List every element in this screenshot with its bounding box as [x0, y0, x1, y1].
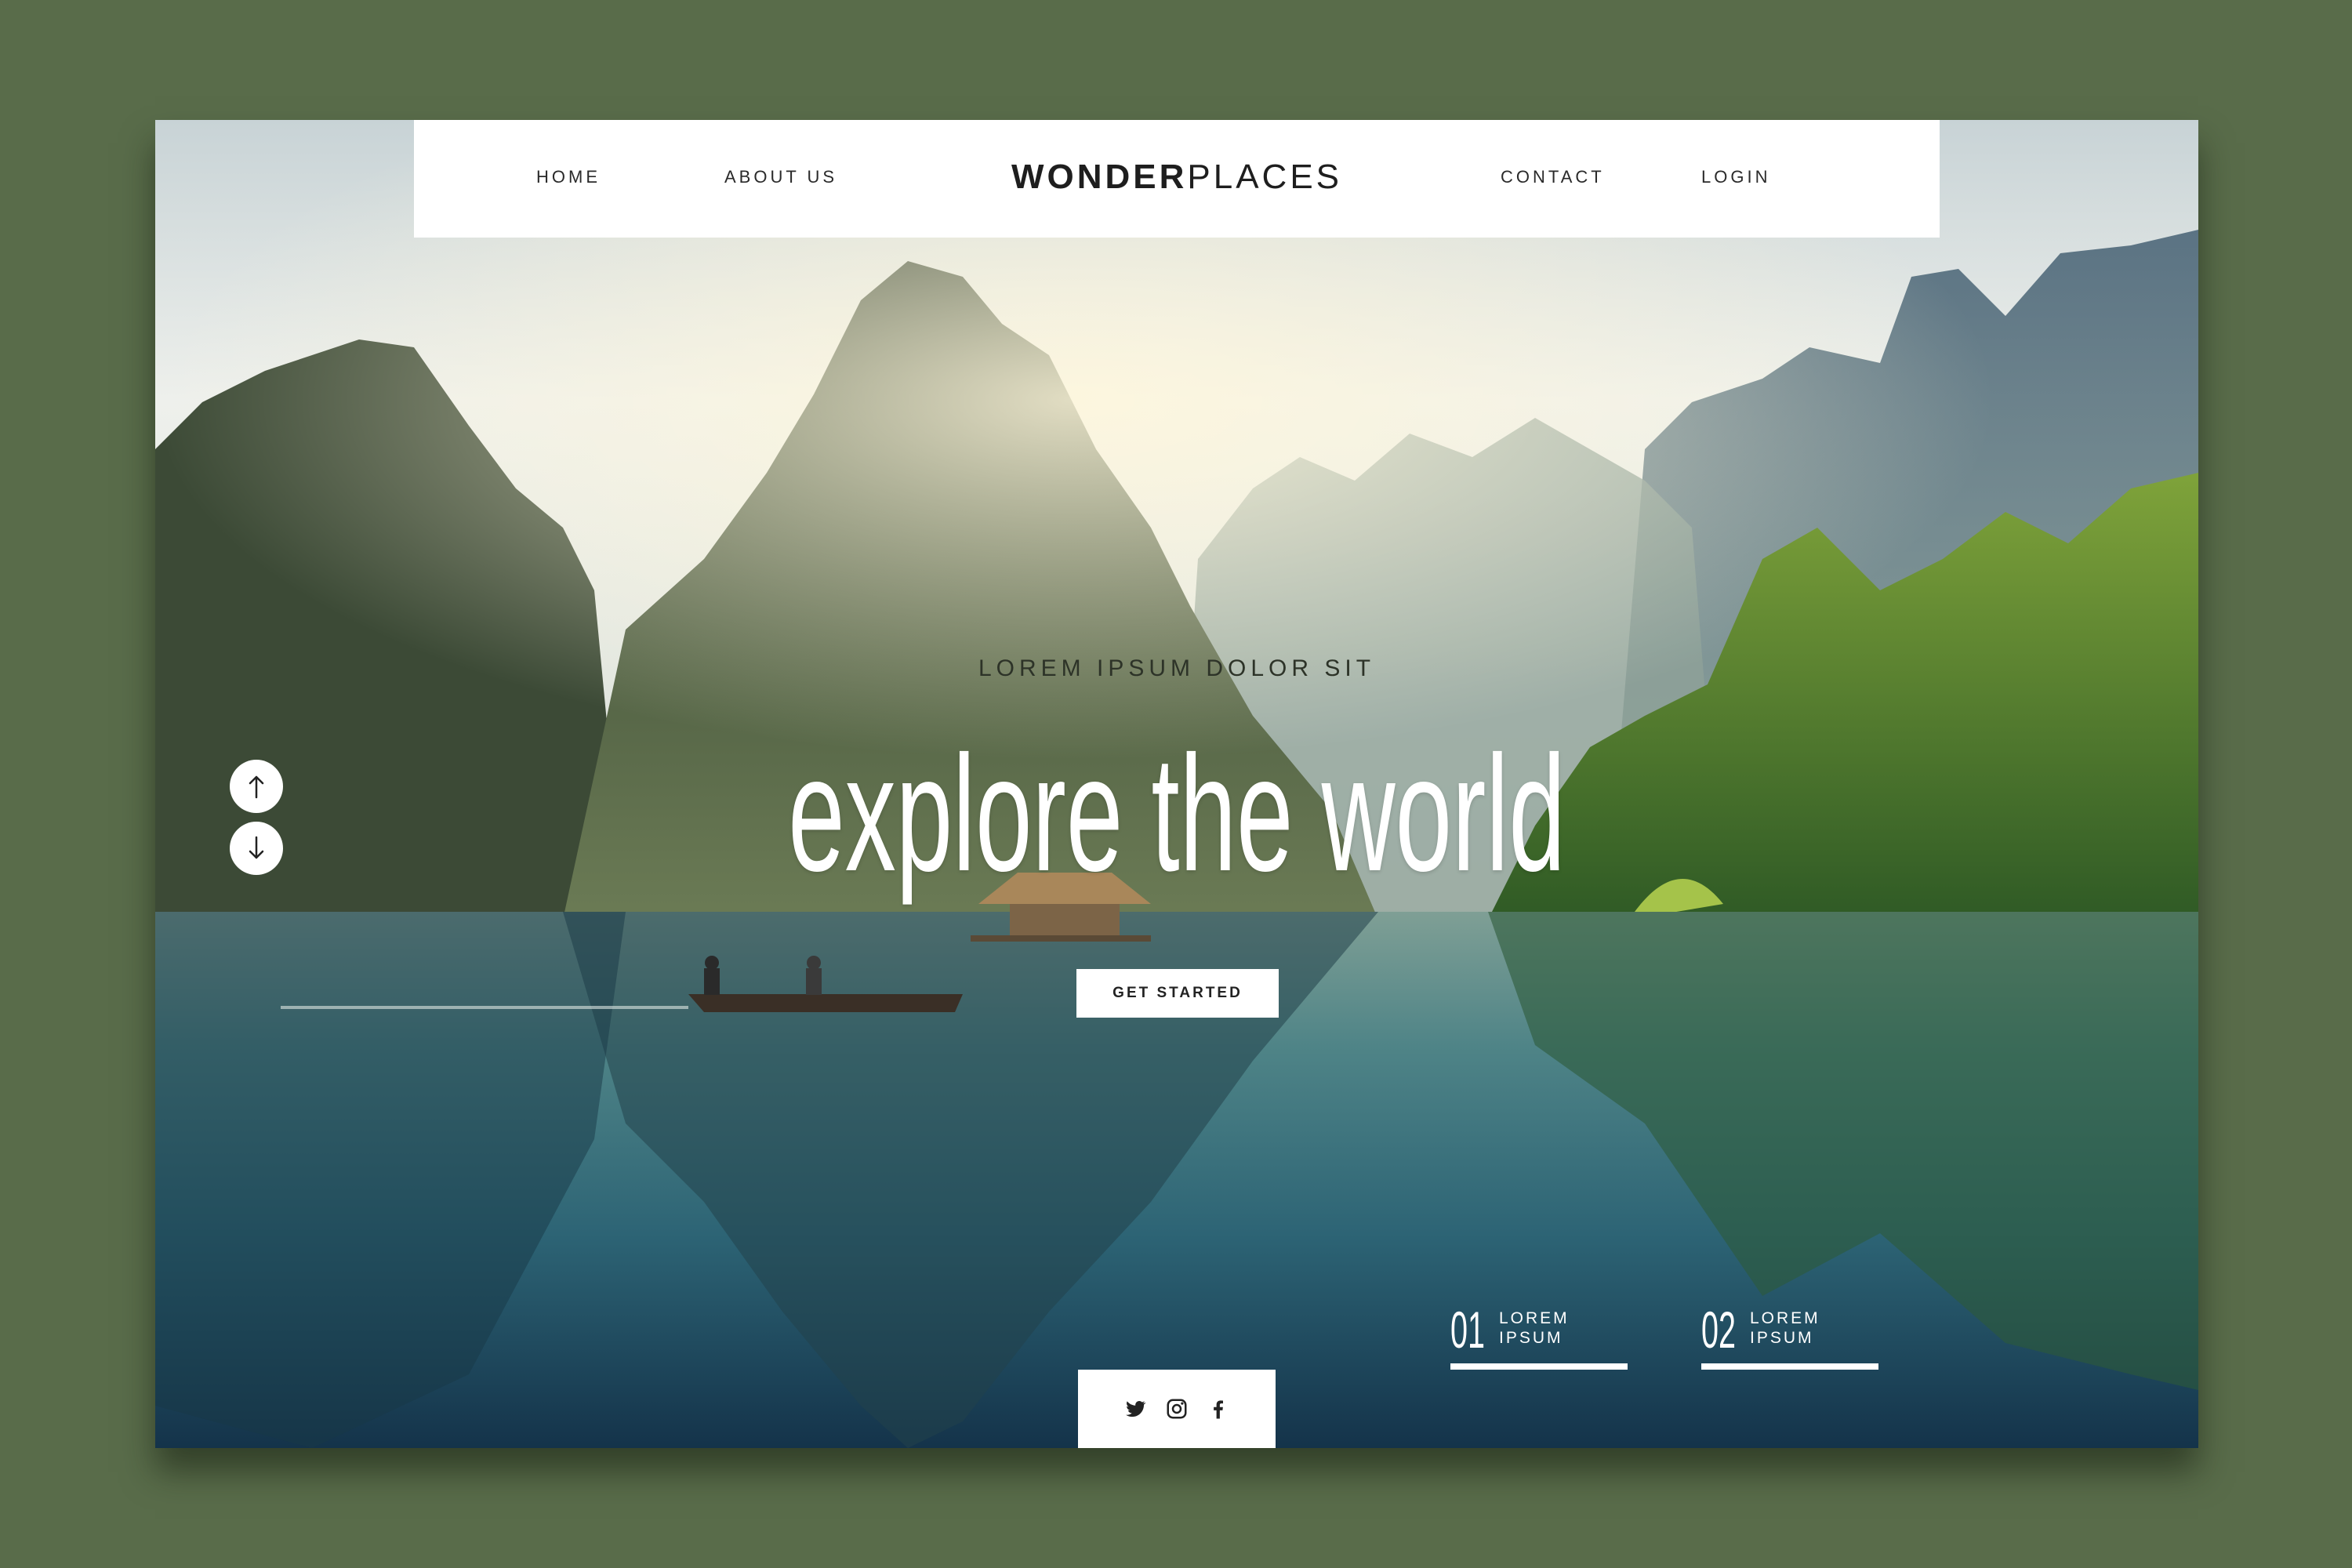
slide-indicator-01[interactable]: 01 LOREM IPSUM — [1450, 1301, 1628, 1370]
get-started-button[interactable]: GET STARTED — [1076, 969, 1279, 1018]
instagram-icon[interactable] — [1165, 1397, 1189, 1421]
slide-label: LOREM IPSUM — [1750, 1309, 1820, 1347]
arrow-up-icon — [249, 775, 264, 799]
hero-subtitle: LOREM IPSUM DOLOR SIT — [978, 655, 1376, 681]
slide-progress-bar — [1450, 1363, 1628, 1370]
scroll-down-button[interactable] — [230, 822, 283, 875]
slide-progress-bar — [1701, 1363, 1878, 1370]
slide-number: 01 — [1450, 1301, 1486, 1359]
top-navbar: HOME ABOUT US WONDERPLACES CONTACT LOGIN — [414, 120, 1940, 238]
slide-indicator-02[interactable]: 02 LOREM IPSUM — [1701, 1301, 1878, 1370]
hero-headline: explore the world — [788, 721, 1566, 906]
slide-number: 02 — [1701, 1301, 1737, 1359]
hero-section: HOME ABOUT US WONDERPLACES CONTACT LOGIN… — [155, 120, 2198, 1448]
nav-contact-link[interactable]: CONTACT — [1501, 167, 1605, 187]
scroll-up-button[interactable] — [230, 760, 283, 813]
facebook-icon[interactable] — [1207, 1397, 1230, 1421]
slide-label: LOREM IPSUM — [1499, 1309, 1570, 1347]
nav-login-link[interactable]: LOGIN — [1701, 167, 1770, 187]
logo-bold-text: WONDER — [1011, 158, 1188, 196]
social-links-panel — [1078, 1370, 1276, 1448]
twitter-icon[interactable] — [1123, 1397, 1147, 1421]
logo-light-text: PLACES — [1187, 158, 1343, 196]
arrow-down-icon — [249, 836, 264, 859]
